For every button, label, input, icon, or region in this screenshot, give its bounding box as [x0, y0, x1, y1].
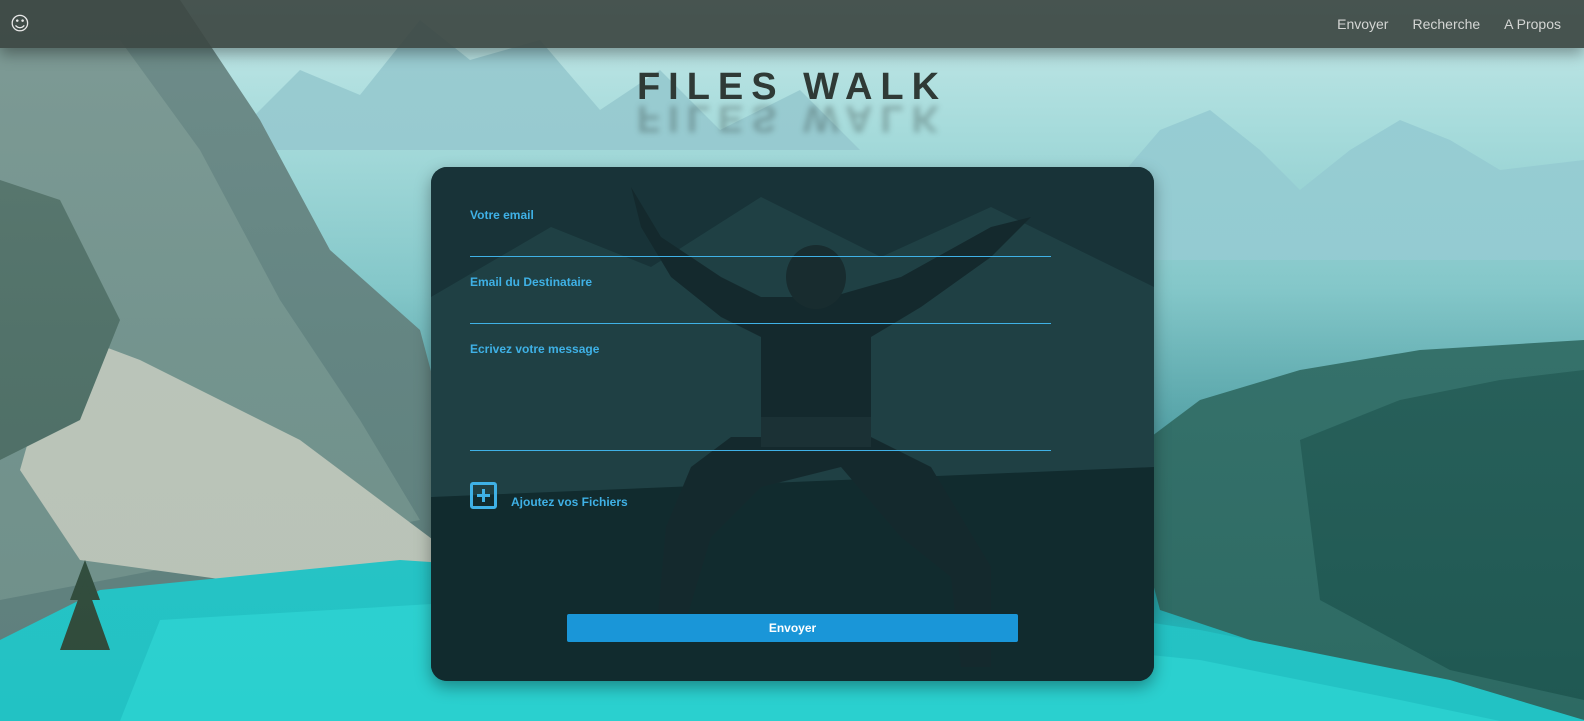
recipient-email-field: Email du Destinataire: [470, 275, 1051, 324]
submit-button[interactable]: Envoyer: [567, 614, 1018, 642]
recipient-email-input[interactable]: [470, 294, 1051, 324]
nav-links: Envoyer Recherche A Propos: [1337, 16, 1561, 32]
message-textarea[interactable]: [470, 361, 1051, 451]
nav-link-recherche[interactable]: Recherche: [1412, 16, 1480, 32]
top-navbar: ☺ Envoyer Recherche A Propos: [0, 0, 1584, 48]
sender-email-label: Votre email: [470, 208, 534, 222]
message-field: Ecrivez votre message: [470, 342, 1051, 451]
nav-link-envoyer[interactable]: Envoyer: [1337, 16, 1388, 32]
nav-link-a-propos[interactable]: A Propos: [1504, 16, 1561, 32]
message-label: Ecrivez votre message: [470, 342, 600, 356]
add-files-button[interactable]: Ajoutez vos Fichiers: [470, 482, 628, 509]
add-files-label[interactable]: Ajoutez vos Fichiers: [511, 495, 628, 509]
sender-email-field: Votre email: [470, 208, 1051, 257]
plus-square-icon[interactable]: [470, 482, 497, 509]
sender-email-input[interactable]: [470, 227, 1051, 257]
smiley-face-icon[interactable]: ☺: [10, 14, 30, 34]
recipient-email-label: Email du Destinataire: [470, 275, 593, 289]
send-form-card: Votre email Email du Destinataire Ecrive…: [431, 167, 1154, 681]
page-title: FILES WALK: [636, 66, 948, 108]
